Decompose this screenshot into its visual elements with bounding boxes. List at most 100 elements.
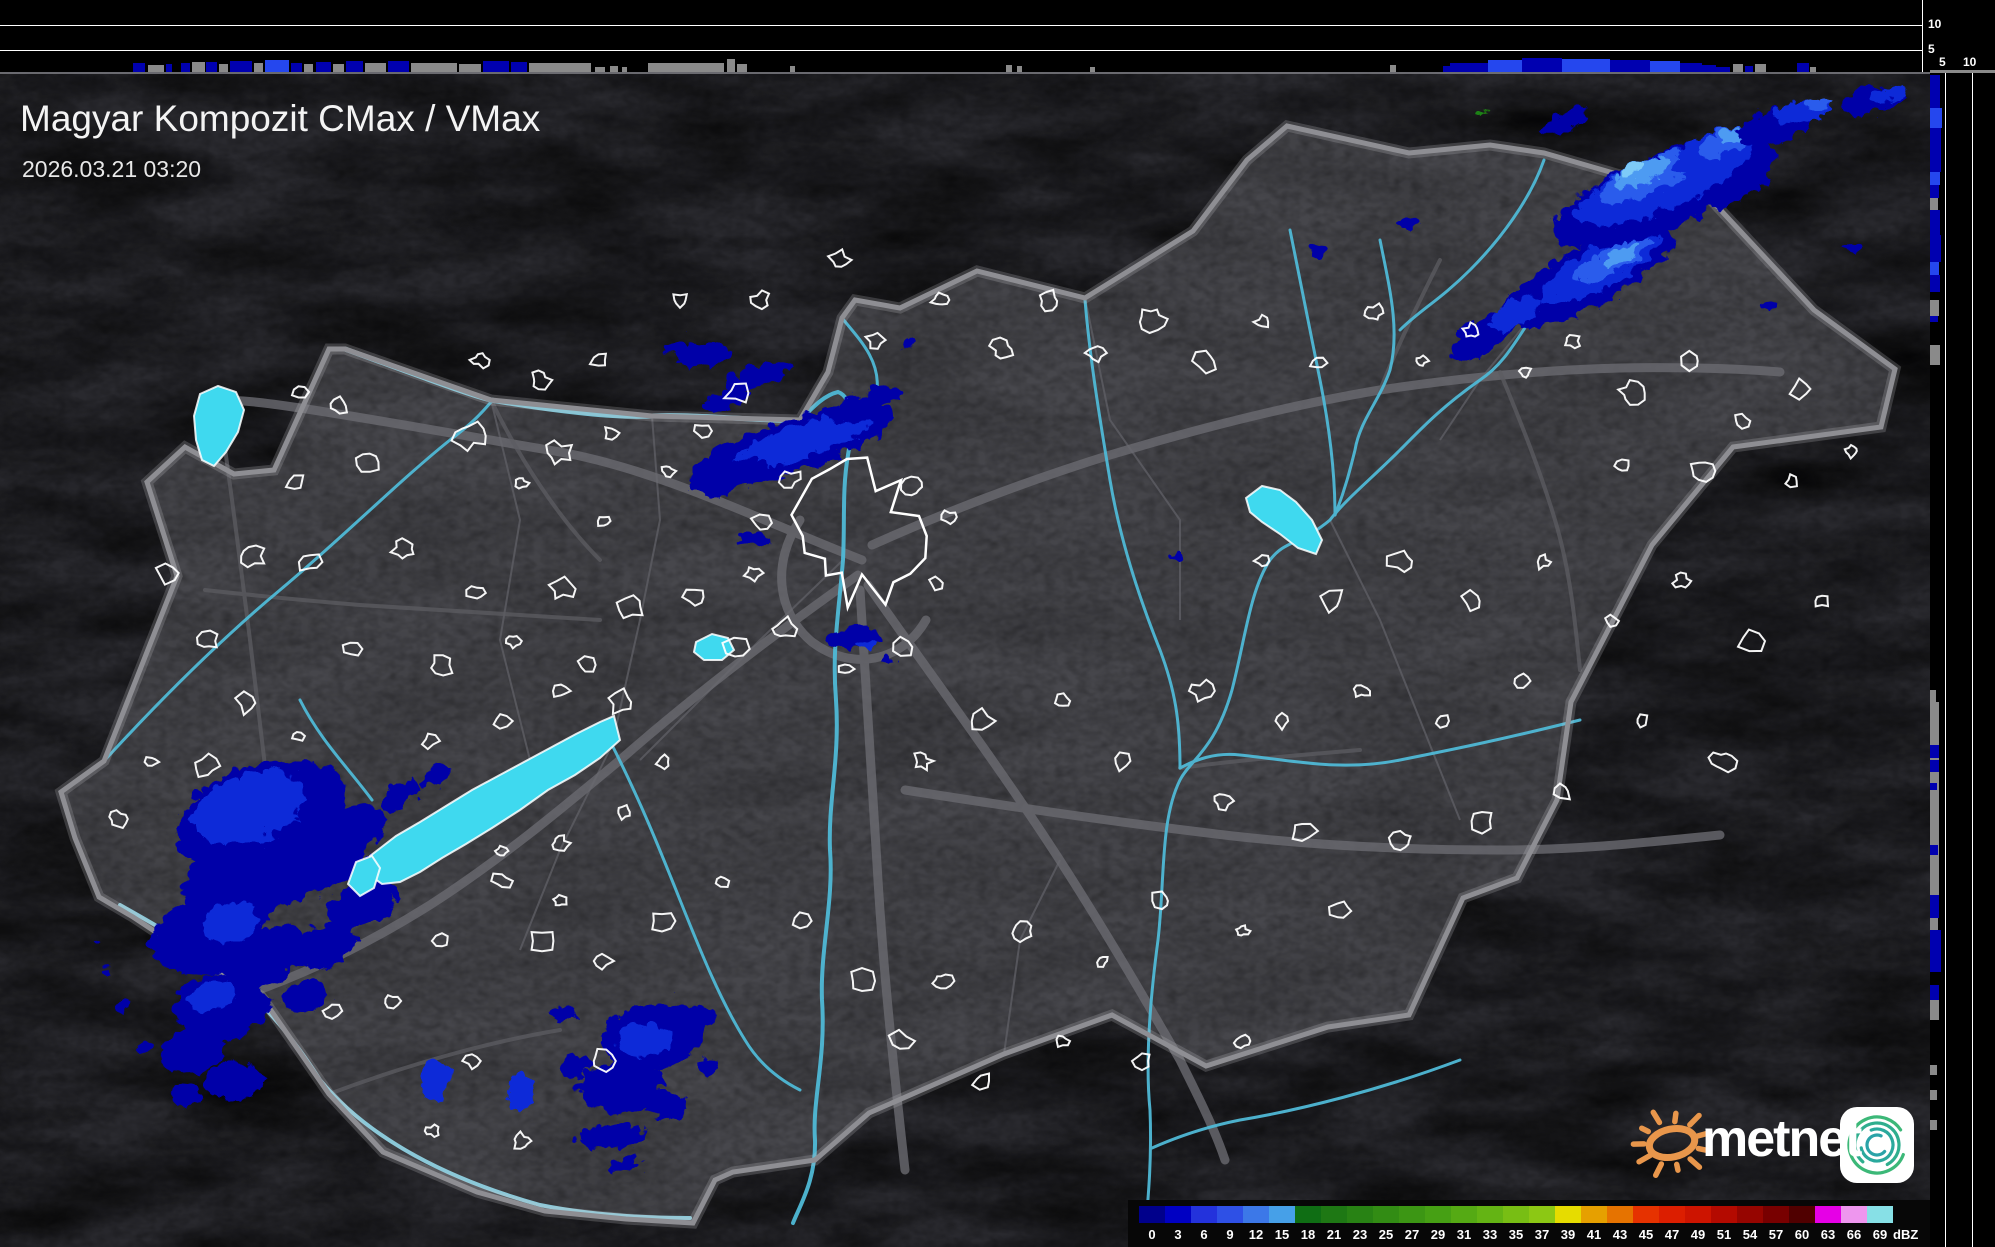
colorbar-tick: 57 [1763,1227,1789,1243]
radar-echo [674,1001,710,1023]
colorbar-tick-labels: 0369121518212325272931333537394143454749… [1139,1227,1893,1243]
colorbar-cell [1165,1206,1191,1223]
profile-segment [166,64,172,72]
profile-segment [1930,145,1941,172]
colorbar-tick: 66 [1841,1227,1867,1243]
profile-segment [459,64,481,72]
colorbar-tick: 33 [1477,1227,1503,1243]
height-line-10km-vertical [1972,72,1973,1247]
profile-segment [622,67,627,72]
colorbar-tick: 51 [1711,1227,1737,1243]
profile-segment [1930,128,1941,145]
colorbar-cell [1321,1206,1347,1223]
colorbar-cell [1815,1206,1841,1223]
profile-segment [133,63,145,72]
profile-segment [1930,690,1936,702]
profile-segment [219,64,228,72]
colorbar-tick: 37 [1529,1227,1555,1243]
profile-segment [254,63,263,72]
colorbar-tick: 3 [1165,1227,1191,1243]
radar-echo [1393,211,1415,225]
height-line-5km [0,50,1922,51]
profile-segment [1488,60,1522,72]
radar-echo [690,1054,714,1070]
colorbar-cell [1581,1206,1607,1223]
colorbar-cell [1373,1206,1399,1223]
colorbar-tick: 41 [1581,1227,1607,1243]
profile-segment [365,63,386,72]
profile-segment [727,59,735,72]
profile-segment [1930,210,1940,235]
colorbar-cells [1139,1206,1893,1223]
profile-segment [1930,1065,1937,1075]
profile-segment [1930,1120,1937,1130]
colorbar-cell [1139,1206,1165,1223]
profile-segment [1390,65,1396,72]
profile-segment [1930,108,1942,128]
page-title: Magyar Kompozit CMax / VMax [20,98,540,140]
colorbar-tick: 9 [1217,1227,1243,1243]
profile-segment [192,62,205,72]
colorbar-cell [1425,1206,1451,1223]
colorbar-tick: 35 [1503,1227,1529,1243]
profile-segment [1810,67,1816,72]
vmax-right-profile-panel [1930,72,1995,1247]
radar-echo [87,936,97,944]
profile-segment [1650,61,1680,72]
radar-echo [548,1002,572,1018]
colorbar-tick: 23 [1347,1227,1373,1243]
radar-echo [502,1069,530,1105]
radar-echo [1305,243,1321,253]
profile-segment [511,62,527,72]
colorbar-tick: 43 [1607,1227,1633,1243]
profile-segment [610,66,618,72]
logo-text: metnet [1702,1109,1860,1169]
colorbar-cell [1217,1206,1243,1223]
radar-echo [416,1057,448,1097]
radar-echo [166,1081,198,1103]
height-line-10km [0,25,1922,26]
colorbar-tick: 60 [1789,1227,1815,1243]
sun-icon [1633,1112,1707,1175]
profile-segment [346,61,363,72]
colorbar-tick: 39 [1555,1227,1581,1243]
profile-segment [230,61,252,72]
height-line-5km-vertical [1945,72,1946,1247]
profile-segment [529,63,591,72]
colorbar-tick: 18 [1295,1227,1321,1243]
colorbar-cell [1295,1206,1321,1223]
radar-echo [1758,297,1778,309]
colorbar-tick: 45 [1633,1227,1659,1243]
colorbar-cell [1763,1206,1789,1223]
colorbar-tick: 69 [1867,1227,1893,1243]
radar-echo [660,337,692,353]
profile-segment [1930,300,1939,316]
colorbar-cell [1269,1206,1295,1223]
colorbar-tick: 63 [1815,1227,1841,1243]
colorbar-tick: 27 [1399,1227,1425,1243]
colorbar-tick: 49 [1685,1227,1711,1243]
profile-segment [1930,235,1941,262]
profile-segment [1930,745,1939,758]
top-axis-label-5: 5 [1928,43,1935,55]
vmax-top-profile-panel: 10 5 5 10 [0,0,1995,72]
colorbar-cell [1867,1206,1893,1223]
colorbar-cell [1789,1206,1815,1223]
profile-segment [1745,66,1753,72]
profile-segment [148,65,164,72]
radar-echo [556,1051,588,1073]
profile-segment [1930,316,1938,322]
profile-segment [648,63,724,72]
profile-segment [411,63,457,72]
right-axis-label-10: 10 [1963,56,1976,68]
radar-composite-screen: 10 5 5 10 Magyar Kompozit CMax / VMax 20… [0,0,1995,1247]
profile-segment [1930,918,1938,930]
colorbar-tick: 12 [1243,1227,1269,1243]
radar-echo [1841,238,1859,248]
profile-segment [1702,65,1716,72]
radar-echo [606,1155,638,1169]
profile-segment [1930,760,1939,772]
profile-segment [1930,702,1939,900]
profile-segment [1930,845,1938,855]
profile-segment [1930,172,1940,185]
